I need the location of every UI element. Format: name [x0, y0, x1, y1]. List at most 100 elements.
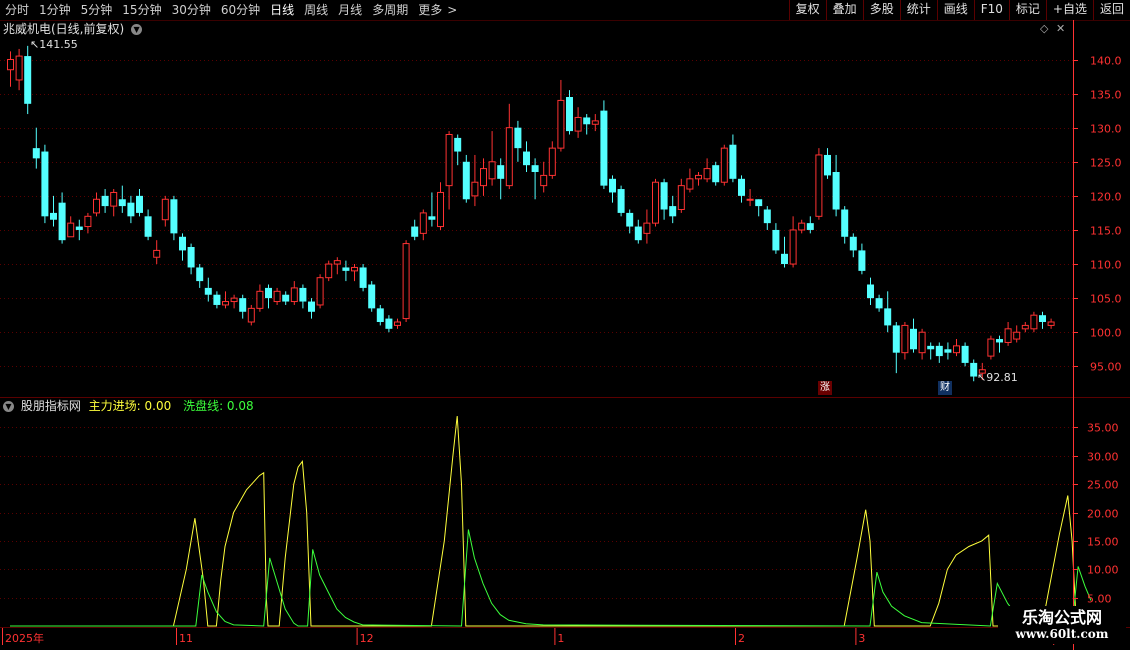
- candle-body: [849, 236, 857, 251]
- candle-body: [686, 178, 694, 190]
- candle: [58, 192, 66, 244]
- indicator-tick-label: 30.00: [1087, 451, 1119, 464]
- chevron-down-icon[interactable]: ▼: [131, 24, 143, 35]
- candle-body: [480, 168, 487, 187]
- watermark-title: 乐淘公式网: [1021, 608, 1102, 627]
- candle: [523, 141, 530, 172]
- price-tick-label: 110.0: [1090, 259, 1122, 272]
- candle-body: [497, 165, 505, 179]
- chart-canvas[interactable]: 95.00100.0105.0110.0115.0120.0125.0130.0…: [0, 0, 1130, 650]
- badge-cai[interactable]: 财: [938, 381, 952, 395]
- candle: [359, 264, 367, 292]
- indicator-title-bar: ▼ 股朋指标网 主力进场: 0.00 洗盘线: 0.08: [3, 398, 254, 414]
- candle: [566, 90, 573, 135]
- candle-body: [927, 345, 935, 350]
- candle: [445, 131, 453, 210]
- candle-body: [247, 307, 255, 323]
- candle: [781, 236, 788, 268]
- candle: [669, 195, 677, 224]
- candle-body: [144, 216, 152, 237]
- candle: [385, 315, 393, 333]
- candle: [918, 328, 926, 360]
- candle: [1021, 322, 1029, 333]
- candle: [265, 284, 272, 309]
- candle: [75, 219, 83, 241]
- candle: [841, 206, 849, 244]
- candle-body: [24, 56, 32, 104]
- candle-body: [299, 287, 307, 302]
- candle-body: [772, 229, 780, 251]
- candle-body: [239, 298, 247, 312]
- candle: [1047, 318, 1055, 329]
- candle: [41, 144, 49, 224]
- candle: [548, 141, 556, 179]
- candle-body: [161, 198, 169, 221]
- candle: [746, 189, 754, 207]
- candle-body: [755, 199, 763, 207]
- candle-body: [987, 338, 995, 357]
- candle-body: [892, 325, 900, 353]
- candle: [832, 154, 840, 217]
- candle: [738, 175, 745, 203]
- time-label: 1: [557, 632, 564, 645]
- candle-body: [867, 284, 874, 299]
- candle: [368, 281, 376, 312]
- candle: [755, 199, 763, 217]
- candle-body: [342, 267, 350, 271]
- candle: [1030, 311, 1038, 333]
- candle: [247, 304, 255, 326]
- candle: [325, 260, 333, 282]
- candle: [118, 185, 126, 213]
- time-axis: 2025年11121234: [2, 628, 1063, 645]
- candle-body: [953, 345, 960, 354]
- candle: [222, 291, 229, 309]
- candle-body: [806, 223, 814, 230]
- candle: [153, 240, 161, 265]
- candle: [626, 209, 634, 234]
- candle-body: [41, 151, 49, 217]
- candle-body: [531, 165, 539, 172]
- candle-body: [523, 151, 530, 166]
- candle-body: [643, 222, 651, 234]
- candle: [772, 223, 780, 254]
- candle: [729, 134, 737, 183]
- candle: [677, 178, 685, 213]
- time-label: 3: [858, 632, 865, 645]
- indicator-tick-label: 25.00: [1087, 479, 1119, 492]
- candle-body: [884, 308, 892, 326]
- candle: [273, 287, 281, 305]
- candle-body: [351, 266, 358, 272]
- candle: [239, 294, 247, 319]
- candle: [402, 240, 410, 322]
- candle: [437, 182, 444, 230]
- close-icon[interactable]: ✕: [1056, 22, 1065, 35]
- high-price-label: 141.55: [39, 38, 78, 51]
- candle: [815, 148, 823, 220]
- candle: [170, 195, 178, 241]
- candle-body: [118, 199, 126, 207]
- candle-body: [746, 198, 754, 201]
- candle: [144, 209, 152, 241]
- candle-body: [325, 263, 333, 279]
- candle: [858, 243, 866, 275]
- candle: [213, 291, 221, 309]
- diamond-icon[interactable]: ◇: [1040, 22, 1048, 35]
- candle-body: [832, 172, 840, 210]
- candle-body: [514, 127, 522, 149]
- candle: [84, 212, 92, 234]
- candle: [230, 294, 238, 309]
- chevron-down-icon[interactable]: ▼: [3, 401, 14, 412]
- candle-body: [359, 267, 367, 288]
- candle: [101, 189, 109, 213]
- high-price-marker: ↖141.55: [30, 37, 78, 53]
- candle-body: [153, 249, 161, 258]
- candle: [1039, 311, 1046, 329]
- candle-body: [445, 134, 453, 187]
- candle-body: [84, 215, 92, 228]
- candle: [867, 277, 874, 305]
- candlestick-series: [7, 45, 1055, 382]
- candle: [884, 291, 892, 333]
- candle-body: [695, 174, 702, 180]
- badge-zhang[interactable]: 涨: [818, 381, 832, 395]
- candle: [583, 114, 591, 135]
